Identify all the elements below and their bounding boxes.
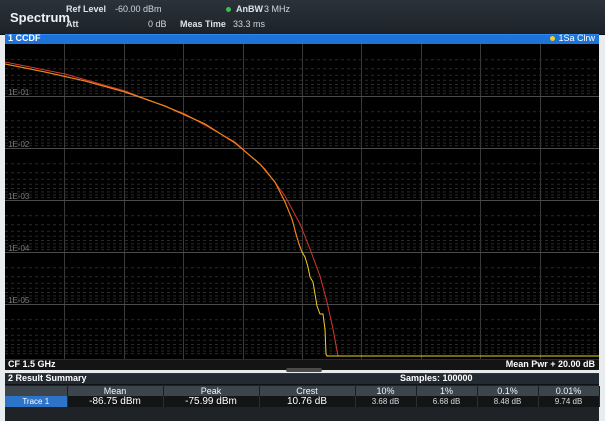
trace-indicator[interactable]: 1Sa Clrw <box>550 33 595 43</box>
trace-indicator-label: 1Sa Clrw <box>558 33 595 43</box>
samples-count: Samples: 100000 <box>400 373 473 383</box>
trace-row-label[interactable]: Trace 1 <box>5 396 68 407</box>
y-tick-label: 1E-04 <box>8 244 30 253</box>
ccdf-plot-area[interactable]: 1E-01 1E-02 1E-03 1E-04 1E-05 <box>5 44 599 359</box>
trace-color-icon <box>550 36 556 42</box>
window-title: 1 CCDF <box>8 33 41 43</box>
anbw-value: 3 MHz <box>264 4 291 14</box>
y-tick-label: 1E-01 <box>8 88 30 97</box>
p001-value: 9.74 dB <box>538 396 600 407</box>
column-header-0-01pct: 0.01% <box>538 386 600 396</box>
att-value: 0 dB <box>148 19 167 29</box>
ref-level-label: Ref Level <box>66 4 107 14</box>
p10-value: 3.68 dB <box>355 396 417 407</box>
table-row[interactable]: Trace 1 -86.75 dBm -75.99 dBm 10.76 dB 3… <box>5 396 600 407</box>
p01-value: 8.48 dB <box>477 396 539 407</box>
peak-value: -75.99 dBm <box>163 396 260 407</box>
result-summary-title: 2 Result Summary <box>8 373 87 383</box>
y-tick-label: 1E-05 <box>8 296 30 305</box>
column-header-crest: Crest <box>259 386 356 396</box>
column-header-1pct: 1% <box>416 386 478 396</box>
result-summary-titlebar[interactable] <box>5 374 599 385</box>
meas-time-label: Meas Time <box>180 19 226 29</box>
column-header-peak: Peak <box>163 386 260 396</box>
anbw-label: AnBW <box>236 4 263 14</box>
center-frequency-label: CF 1.5 GHz <box>8 359 56 369</box>
result-header-row: Mean Peak Crest 10% 1% 0.1% 0.01% <box>5 386 600 396</box>
crest-value: 10.76 dB <box>259 396 356 407</box>
trace-1-curve-overlay <box>5 63 303 253</box>
result-summary-table: Mean Peak Crest 10% 1% 0.1% 0.01% Trace … <box>5 386 600 407</box>
column-header-0-1pct: 0.1% <box>477 386 539 396</box>
anbw-indicator-icon <box>226 7 231 12</box>
column-header-10pct: 10% <box>355 386 417 396</box>
column-header-trace <box>5 386 68 396</box>
app-title: Spectrum <box>10 10 70 25</box>
column-header-mean: Mean <box>67 386 164 396</box>
att-label: Att <box>66 19 79 29</box>
mean-power-span-label: Mean Pwr + 20.00 dB <box>505 359 595 369</box>
splitter-handle[interactable] <box>286 368 322 372</box>
meas-time-value: 33.3 ms <box>233 19 266 29</box>
y-tick-label: 1E-03 <box>8 192 30 201</box>
ref-level-value: -60.00 dBm <box>115 4 162 14</box>
ccdf-plot-svg: 1E-01 1E-02 1E-03 1E-04 1E-05 <box>5 44 599 359</box>
mean-value: -86.75 dBm <box>67 396 164 407</box>
y-tick-label: 1E-02 <box>8 140 30 149</box>
p1-value: 6.68 dB <box>416 396 478 407</box>
